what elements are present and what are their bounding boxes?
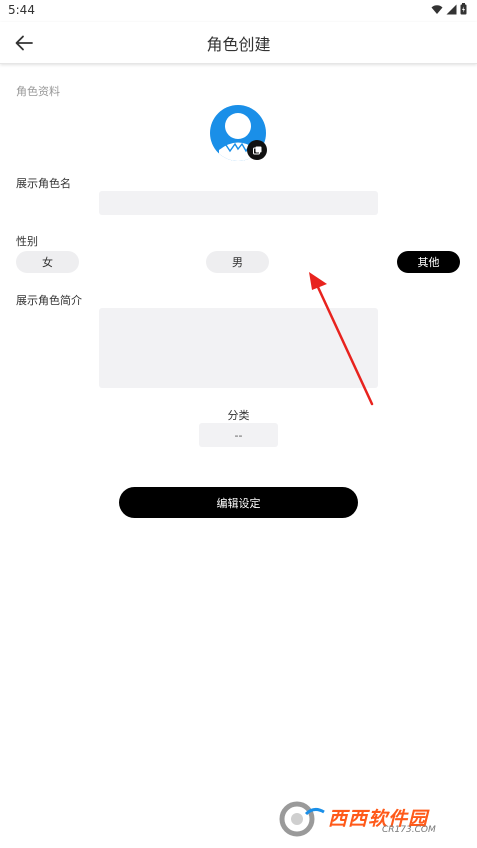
category-select[interactable]: -- [199,423,278,447]
page-title: 角色创建 [206,35,271,54]
image-icon [252,146,261,154]
wifi-icon [431,4,443,14]
section-label-profile: 角色资料 [16,85,60,98]
status-time: 5:44 [8,3,35,17]
gender-label: 性别 [16,235,38,248]
avatar-edit-button[interactable] [247,140,267,160]
intro-label: 展示角色简介 [16,294,82,307]
gender-option-other[interactable]: 其他 [397,251,460,273]
name-label: 展示角色名 [16,177,71,190]
watermark: 西西软件园 CR173.COM [278,800,458,838]
watermark-logo-icon [279,801,325,837]
battery-icon [460,3,467,15]
gender-option-female[interactable]: 女 [16,251,79,273]
status-icons [431,3,467,15]
edit-settings-button[interactable]: 编辑设定 [119,487,358,518]
watermark-domain: CR173.COM [382,825,436,835]
intro-textarea[interactable] [99,308,378,388]
gender-option-male[interactable]: 男 [206,251,269,273]
name-input[interactable] [99,191,378,215]
signal-icon [446,4,457,14]
status-bar: 5:44 [0,0,477,22]
category-label: 分类 [227,409,250,422]
app-bar: 角色创建 [0,22,477,64]
